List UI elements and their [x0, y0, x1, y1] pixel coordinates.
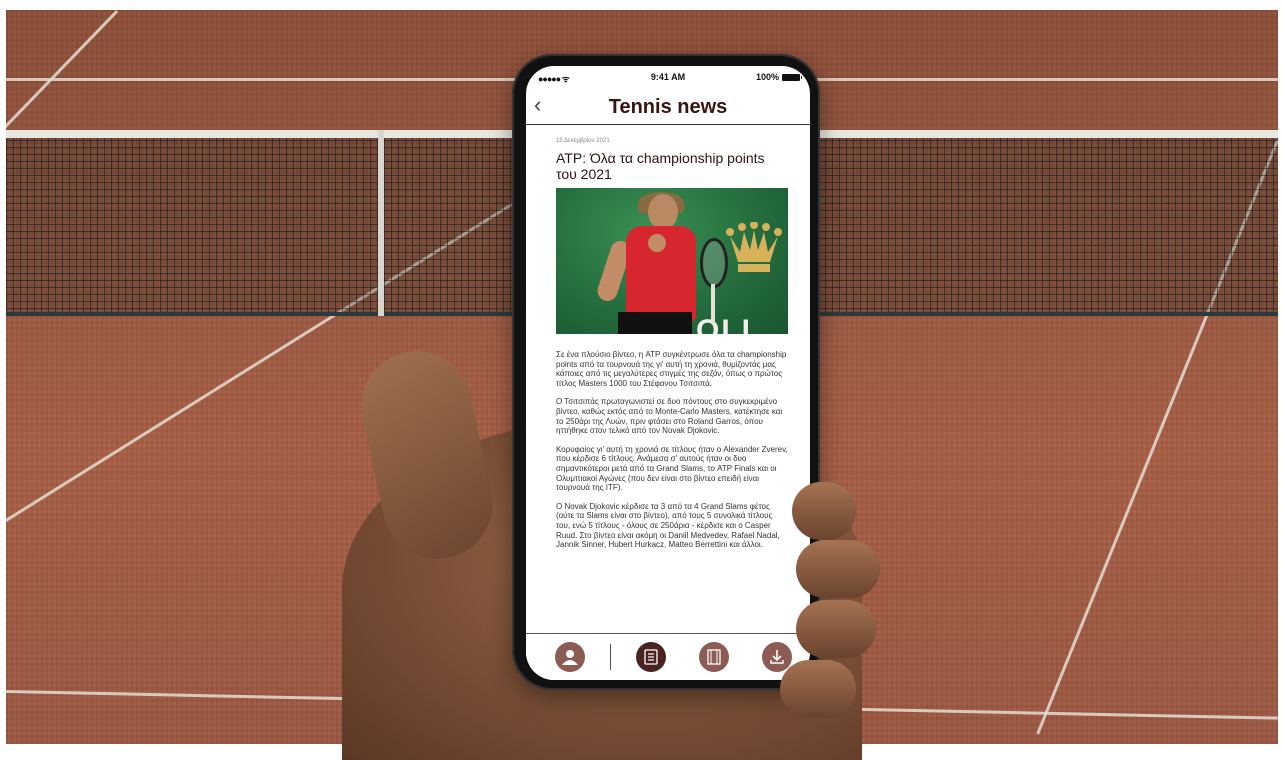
download-icon — [770, 650, 784, 664]
player-fist — [648, 234, 666, 252]
photo-sponsor-text: OLI — [696, 314, 752, 334]
tab-profile[interactable] — [555, 642, 585, 672]
navigation-bar: ‹ Tennis news — [526, 90, 810, 125]
article-paragraph: Ο Τσιτσιπάς πρωταγωνιστεί σε δυο πόντους… — [556, 397, 783, 436]
phone-screen: ●●●●● ᯤ 9:41 AM 100% ‹ Tennis news 15 Δε… — [526, 66, 810, 680]
article-date: 15 Δεκεμβρίου 2021 — [556, 138, 610, 144]
status-bar: ●●●●● ᯤ 9:41 AM 100% — [526, 66, 810, 88]
hand-finger — [796, 540, 880, 598]
page-title: Tennis news — [608, 96, 728, 118]
battery-percent: 100% — [755, 72, 779, 82]
profile-icon — [562, 650, 578, 665]
player-shorts — [618, 312, 692, 334]
article: 15 Δεκεμβρίου 2021 ATP: Όλα τα champions… — [556, 138, 788, 559]
bottom-tab-bar — [526, 633, 810, 680]
battery-indicator: 100% — [755, 72, 802, 82]
tab-divider — [610, 644, 611, 670]
net-center-strap — [378, 130, 384, 316]
article-photo: OLI — [556, 188, 788, 334]
article-paragraph: Σε ένα πλούσιο βίντεο, η ATP συγκέντρωσε… — [556, 350, 787, 388]
video-icon — [707, 649, 721, 665]
article-paragraph: Κορυφαίος γι' αυτή τη χρονιά σε τίτλους … — [556, 444, 788, 493]
article-headline: ATP: Όλα τα championship points του 2021 — [556, 150, 765, 182]
hand-finger — [792, 482, 856, 540]
battery-icon — [782, 73, 802, 81]
player-head — [648, 194, 678, 230]
hand-finger — [780, 660, 856, 718]
article-body: Σε ένα πλούσιο βίντεο, η ATP συγκέντρωσε… — [556, 350, 788, 550]
crown-logo-icon — [726, 222, 782, 272]
article-paragraph: Ο Novak Djokovic κέρδισε τα 3 από τα 4 G… — [556, 501, 780, 550]
tab-video[interactable] — [699, 642, 729, 672]
news-icon — [644, 649, 658, 665]
tab-news[interactable] — [636, 642, 666, 672]
racket-handle — [711, 284, 715, 324]
hand-finger — [796, 600, 876, 658]
racket-icon — [700, 238, 728, 288]
